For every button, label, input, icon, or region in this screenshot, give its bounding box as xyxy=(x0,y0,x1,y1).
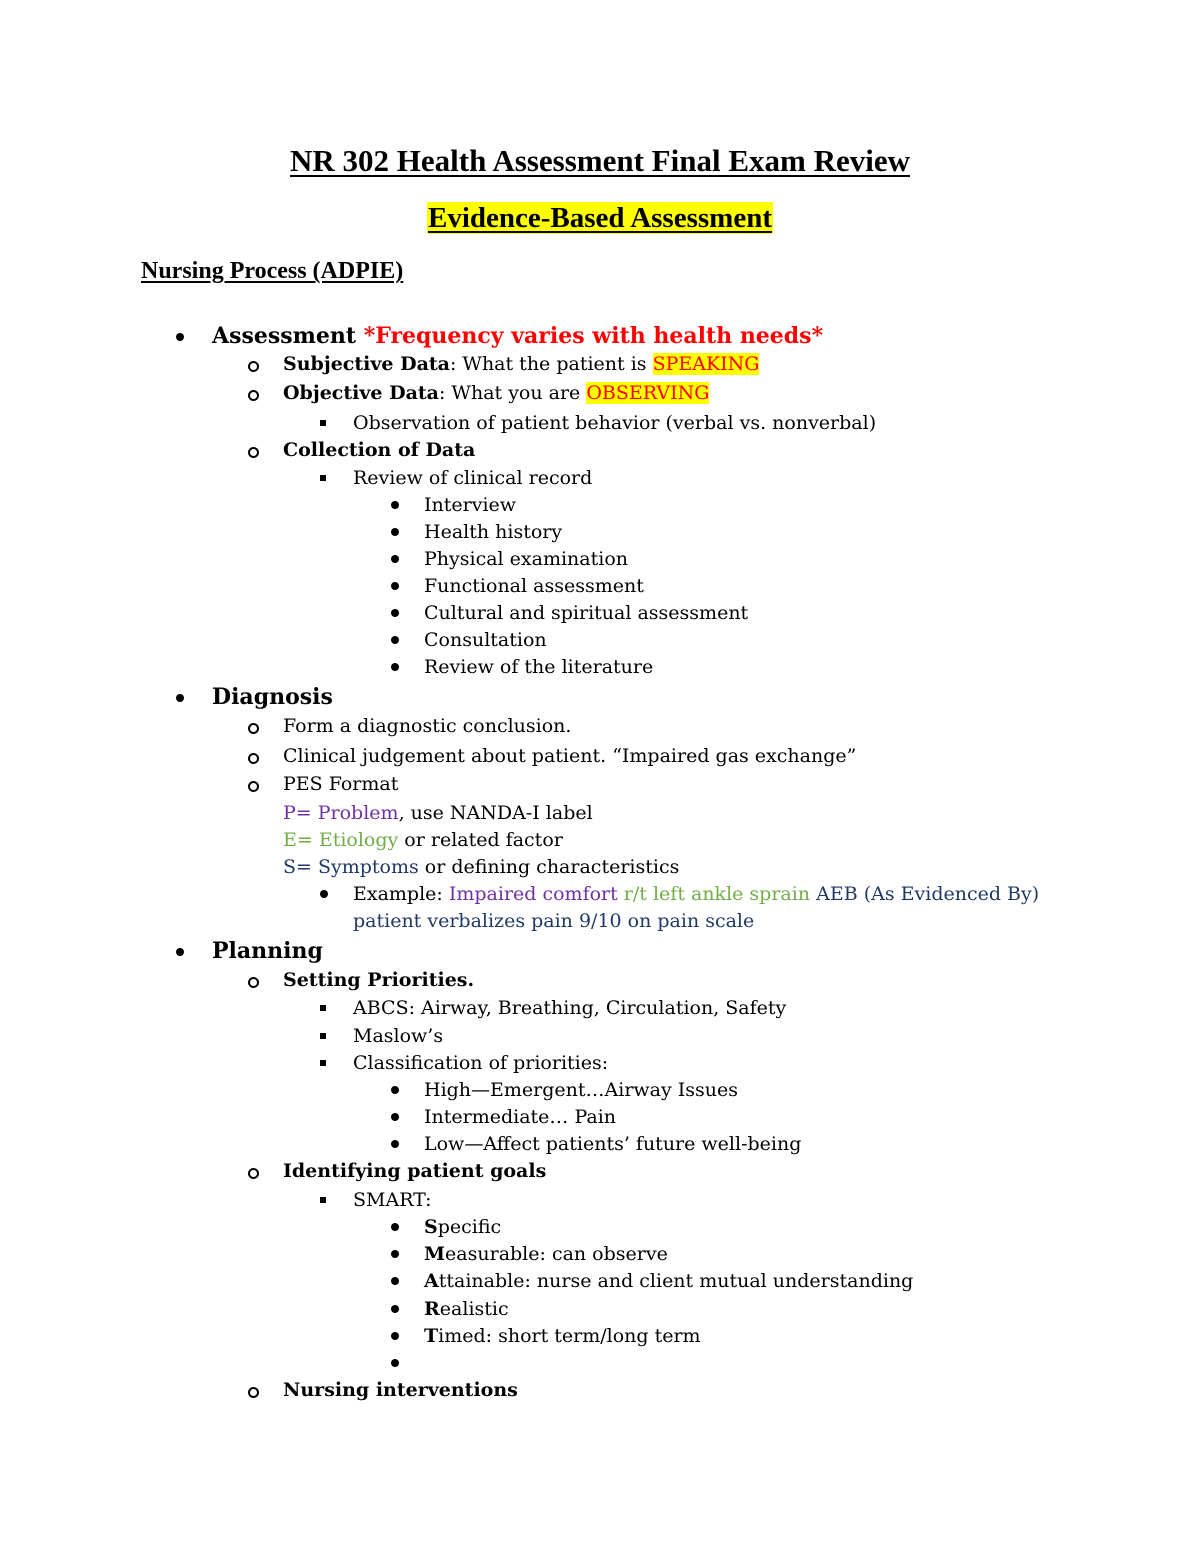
disc-bullet-icon xyxy=(391,582,399,590)
circle-bullet-icon xyxy=(248,390,259,401)
circle-bullet-icon xyxy=(248,753,259,764)
square-bullet-icon xyxy=(320,1197,326,1203)
pes-symptoms: S= Symptoms or defining characteristics xyxy=(283,856,680,878)
circle-bullet-icon xyxy=(248,447,259,458)
disc-bullet-icon xyxy=(391,1250,399,1258)
highlight-observing: OBSERVING xyxy=(586,382,710,404)
circle-bullet-icon xyxy=(248,361,259,372)
circle-bullet-icon xyxy=(248,1168,259,1179)
circle-bullet-icon xyxy=(248,977,259,988)
circle-bullet-icon xyxy=(248,781,259,792)
document-title: NR 302 Health Assessment Final Exam Revi… xyxy=(290,143,910,178)
disc-bullet-icon xyxy=(176,948,184,956)
section-title: Evidence-Based Assessment xyxy=(427,202,773,234)
disc-bullet-icon xyxy=(391,1113,399,1121)
disc-bullet-icon xyxy=(391,1277,399,1285)
pes-etiology: E= Etiology or related factor xyxy=(283,829,563,851)
disc-bullet-icon xyxy=(320,890,328,898)
square-bullet-icon xyxy=(320,1005,326,1011)
circle-bullet-icon xyxy=(248,723,259,734)
assessment-note: *Frequency varies with health needs* xyxy=(363,323,824,349)
square-bullet-icon xyxy=(320,1033,326,1039)
disc-bullet-icon xyxy=(391,1086,399,1094)
disc-bullet-icon xyxy=(391,1305,399,1313)
disc-bullet-icon xyxy=(391,1359,399,1367)
disc-bullet-icon xyxy=(176,694,184,702)
disc-bullet-icon xyxy=(391,609,399,617)
subsection-title: Nursing Process (ADPIE) xyxy=(141,258,404,284)
disc-bullet-icon xyxy=(391,555,399,563)
disc-bullet-icon xyxy=(391,1140,399,1148)
square-bullet-icon xyxy=(320,420,326,426)
disc-bullet-icon xyxy=(391,501,399,509)
disc-bullet-icon xyxy=(391,528,399,536)
disc-bullet-icon xyxy=(391,1223,399,1231)
highlight-speaking: SPEAKING xyxy=(652,353,760,375)
example-continuation: patient verbalizes pain 9/10 on pain sca… xyxy=(353,910,755,932)
document-page: NR 302 Health Assessment Final Exam Revi… xyxy=(0,0,1200,1553)
square-bullet-icon xyxy=(320,475,326,481)
circle-bullet-icon xyxy=(248,1387,259,1398)
pes-problem: P= Problem, use NANDA-I label xyxy=(283,802,593,824)
square-bullet-icon xyxy=(320,1060,326,1066)
disc-bullet-icon xyxy=(391,1332,399,1340)
disc-bullet-icon xyxy=(176,333,184,341)
disc-bullet-icon xyxy=(391,663,399,671)
disc-bullet-icon xyxy=(391,636,399,644)
